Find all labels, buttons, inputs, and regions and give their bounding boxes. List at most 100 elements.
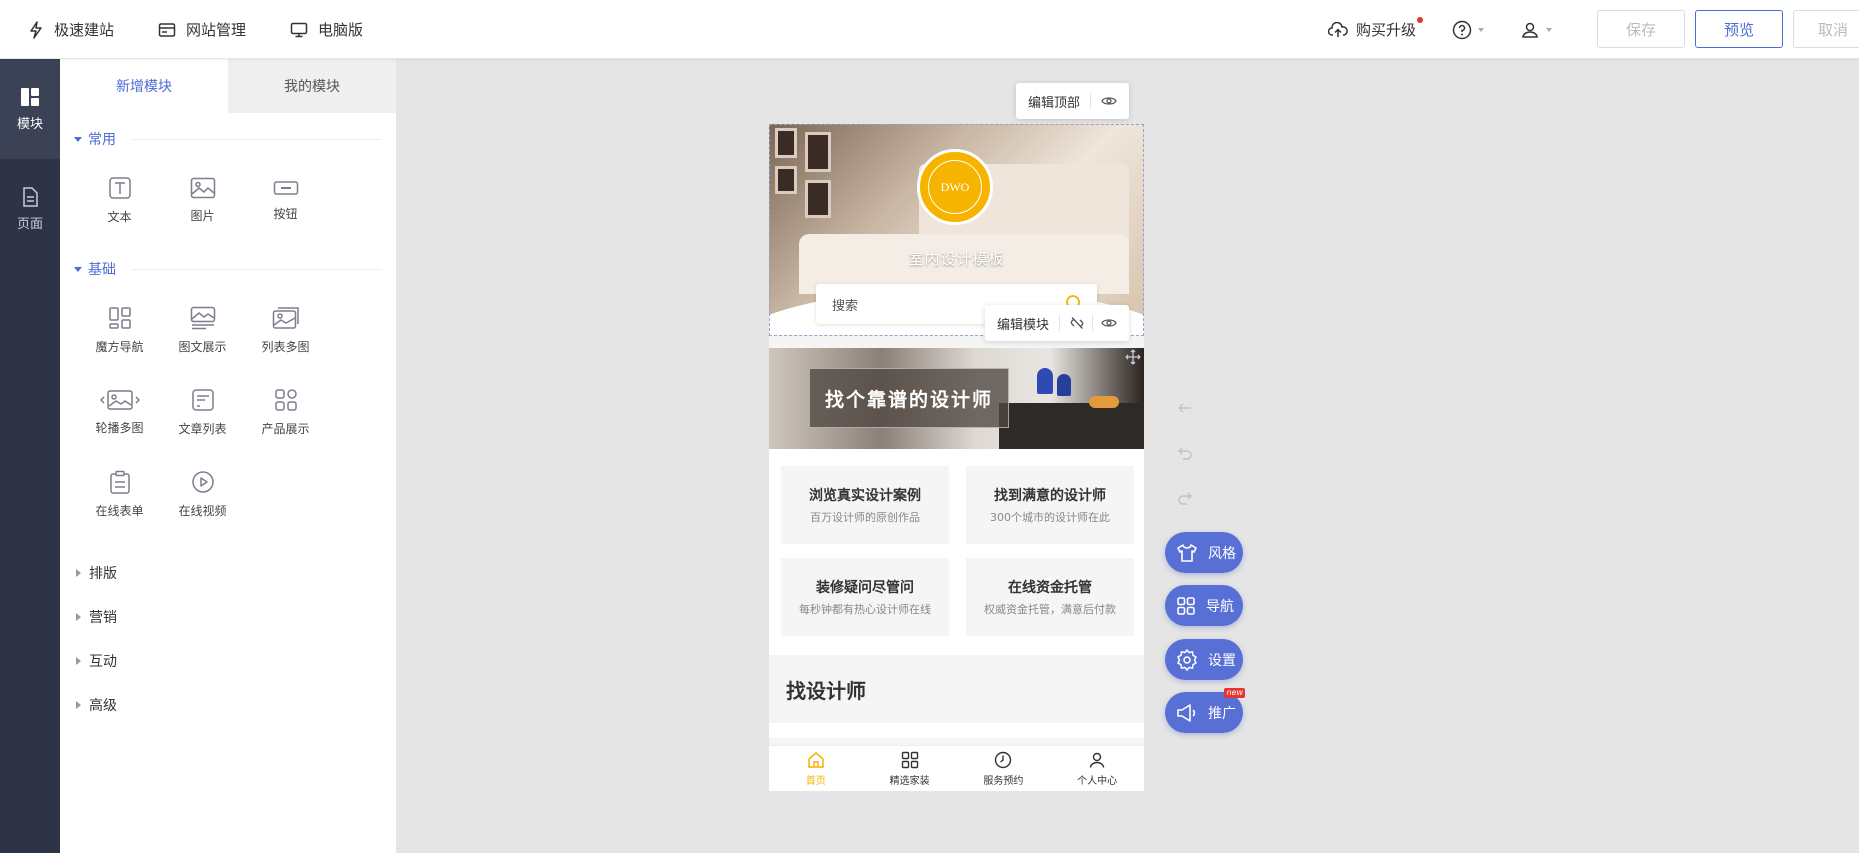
basic-modules: 魔方导航 图文展示 列表多图 轮播多图 文章列表 产品展示 在线表单 在线视频 bbox=[60, 279, 396, 535]
module-label: 图文展示 bbox=[178, 339, 227, 354]
site-manage-link[interactable]: 网站管理 bbox=[158, 19, 246, 40]
settings-button[interactable]: 设置 bbox=[1165, 639, 1243, 680]
feature-title: 在线资金托管 bbox=[1008, 580, 1092, 596]
tab-label: 个人中心 bbox=[1077, 775, 1118, 787]
pc-version-link[interactable]: 电脑版 bbox=[290, 19, 363, 40]
module-carousel[interactable]: 轮播多图 bbox=[78, 371, 161, 453]
feature-title: 找到满意的设计师 bbox=[994, 488, 1106, 504]
button-icon bbox=[273, 180, 298, 195]
edit-module-toolbar: 编辑模块 bbox=[985, 305, 1130, 341]
module-button[interactable]: 按钮 bbox=[244, 159, 327, 241]
site-logo: DWO bbox=[917, 149, 993, 225]
module-image-text[interactable]: 图文展示 bbox=[161, 289, 244, 371]
page-icon bbox=[23, 186, 38, 207]
caret-down-icon bbox=[74, 136, 82, 142]
top-actions: 购买升级 bbox=[1328, 0, 1588, 59]
eye-icon[interactable] bbox=[1101, 95, 1117, 107]
section-basic-header[interactable]: 基础 bbox=[74, 259, 382, 279]
redo-icon[interactable] bbox=[1177, 491, 1193, 505]
module-article-list[interactable]: 文章列表 bbox=[161, 371, 244, 453]
arrow-left-icon[interactable] bbox=[1177, 401, 1193, 415]
module-label: 按钮 bbox=[273, 206, 298, 221]
module-video[interactable]: 在线视频 bbox=[161, 453, 244, 535]
help-dropdown[interactable] bbox=[1452, 20, 1485, 40]
home-icon bbox=[808, 751, 824, 768]
module-tabs: 新增模块 我的模块 bbox=[60, 59, 396, 113]
site-name: 室内设计模板 bbox=[908, 250, 1005, 268]
feature-title: 装修疑问尽管问 bbox=[816, 580, 914, 596]
tab-my-module[interactable]: 我的模块 bbox=[228, 59, 396, 113]
module-text[interactable]: 文本 bbox=[78, 159, 161, 241]
lightning-icon bbox=[30, 20, 42, 39]
move-icon[interactable] bbox=[1125, 349, 1141, 365]
module-product[interactable]: 产品展示 bbox=[244, 371, 327, 453]
module-form[interactable]: 在线表单 bbox=[78, 453, 161, 535]
module-panel: 新增模块 我的模块 常用 文本 图片 按钮 基础 魔方导航 图文展示 列表多图 … bbox=[60, 59, 396, 853]
section-title: 互动 bbox=[89, 654, 117, 670]
tab-new-module[interactable]: 新增模块 bbox=[60, 59, 228, 113]
banner-decor bbox=[1037, 368, 1053, 394]
section-advanced-header[interactable]: 高级 bbox=[74, 695, 382, 715]
navigation-label: 导航 bbox=[1206, 598, 1234, 615]
sidebar-item-page[interactable]: 页面 bbox=[0, 159, 60, 259]
feature-card[interactable]: 装修疑问尽管问 每秒钟都有热心设计师在线 bbox=[781, 558, 949, 636]
section-common-header[interactable]: 常用 bbox=[74, 129, 382, 149]
tab-label: 首页 bbox=[805, 775, 826, 787]
module-label: 在线视频 bbox=[178, 503, 227, 518]
megaphone-icon bbox=[1177, 703, 1196, 722]
tab-featured[interactable]: 精选家装 bbox=[863, 746, 957, 791]
edit-module-button[interactable]: 编辑模块 bbox=[997, 314, 1049, 333]
sidebar-item-module[interactable]: 模块 bbox=[0, 59, 60, 159]
undo-icon[interactable] bbox=[1177, 446, 1193, 460]
cancel-button[interactable]: 取消 bbox=[1793, 10, 1859, 48]
quick-build-label: 极速建站 bbox=[54, 21, 115, 39]
divider bbox=[1059, 315, 1061, 331]
image-icon bbox=[190, 177, 215, 198]
upgrade-link[interactable]: 购买升级 bbox=[1328, 17, 1424, 40]
tab-booking[interactable]: 服务预约 bbox=[957, 746, 1051, 791]
eye-icon[interactable] bbox=[1101, 317, 1117, 329]
caret-right-icon bbox=[76, 613, 81, 621]
bottom-tabbar: 首页 精选家装 服务预约 个人中心 bbox=[769, 745, 1144, 791]
preview-button[interactable]: 预览 bbox=[1695, 10, 1783, 48]
feature-card[interactable]: 浏览真实设计案例 百万设计师的原创作品 bbox=[781, 466, 949, 544]
promote-button[interactable]: 推广 new bbox=[1165, 688, 1245, 733]
section-interaction-header[interactable]: 互动 bbox=[74, 651, 382, 671]
navigation-button[interactable]: 导航 bbox=[1165, 585, 1243, 626]
module-cube-nav[interactable]: 魔方导航 bbox=[78, 289, 161, 371]
feature-card[interactable]: 找到满意的设计师 300个城市的设计师在此 bbox=[966, 466, 1134, 544]
account-dropdown[interactable] bbox=[1520, 20, 1553, 40]
unlink-icon[interactable] bbox=[1070, 316, 1084, 330]
edit-header-button[interactable]: 编辑顶部 bbox=[1028, 92, 1080, 111]
feature-grid[interactable]: 浏览真实设计案例 百万设计师的原创作品 找到满意的设计师 300个城市的设计师在… bbox=[769, 449, 1144, 655]
section-title: 排版 bbox=[89, 566, 117, 582]
section-layout-header[interactable]: 排版 bbox=[74, 563, 382, 583]
style-button[interactable]: 风格 bbox=[1165, 532, 1243, 573]
quick-build-link[interactable]: 极速建站 bbox=[28, 19, 114, 40]
feature-title: 浏览真实设计案例 bbox=[809, 488, 921, 504]
module-label: 文本 bbox=[107, 209, 132, 224]
pc-version-label: 电脑版 bbox=[318, 21, 364, 39]
site-manage-label: 网站管理 bbox=[186, 21, 247, 39]
banner-counter bbox=[999, 403, 1144, 449]
section-marketing-header[interactable]: 营销 bbox=[74, 607, 382, 627]
caret-right-icon bbox=[76, 569, 81, 577]
feature-card[interactable]: 在线资金托管 权威资金托管，满意后付款 bbox=[966, 558, 1134, 636]
tab-profile[interactable]: 个人中心 bbox=[1050, 746, 1144, 791]
module-label: 魔方导航 bbox=[95, 339, 144, 354]
monitor-icon bbox=[290, 22, 308, 37]
section-title: 基础 bbox=[88, 262, 116, 278]
text-icon bbox=[108, 176, 131, 199]
module-image[interactable]: 图片 bbox=[161, 159, 244, 241]
banner-image[interactable]: 找个靠谱的设计师 bbox=[769, 348, 1144, 449]
image-text-icon bbox=[190, 306, 215, 329]
module-list-images[interactable]: 列表多图 bbox=[244, 289, 327, 371]
tab-home[interactable]: 首页 bbox=[769, 746, 863, 791]
header-section[interactable]: DWO 室内设计模板 搜索 bbox=[769, 124, 1144, 335]
main-sidebar: 模块 页面 bbox=[0, 59, 60, 853]
caret-right-icon bbox=[76, 657, 81, 665]
shirt-icon bbox=[1177, 543, 1197, 562]
cube-nav-icon bbox=[108, 306, 131, 329]
notification-dot bbox=[1417, 17, 1424, 23]
save-button[interactable]: 保存 bbox=[1597, 10, 1685, 48]
